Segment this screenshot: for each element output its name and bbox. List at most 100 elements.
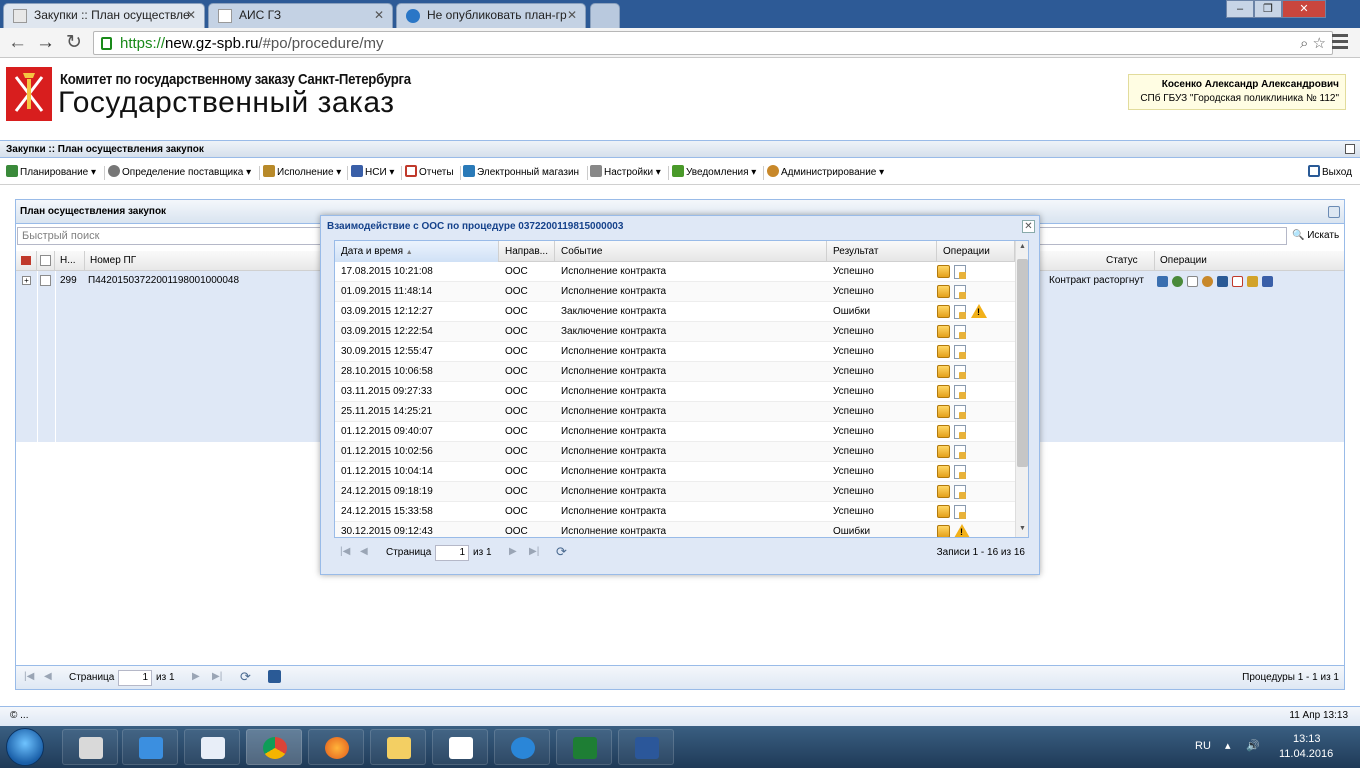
column-date-time[interactable]: Дата и время ▲ bbox=[335, 241, 499, 262]
emblem-icon[interactable] bbox=[1202, 276, 1213, 287]
prev-page-icon[interactable]: ◀ bbox=[360, 546, 368, 557]
first-page-icon[interactable]: |◀ bbox=[340, 546, 350, 557]
column-status[interactable]: Статус bbox=[1101, 251, 1155, 271]
document-icon[interactable] bbox=[954, 365, 966, 379]
taskbar-app-shield[interactable] bbox=[122, 729, 178, 765]
package-icon[interactable] bbox=[937, 505, 950, 518]
scroll-down-icon[interactable]: ▼ bbox=[1019, 525, 1026, 532]
taskbar-app-firefox[interactable] bbox=[308, 729, 364, 765]
package-icon[interactable] bbox=[937, 485, 950, 498]
filter-icon[interactable] bbox=[16, 251, 37, 271]
taskbar-app-chrome[interactable] bbox=[246, 729, 302, 765]
close-tab-icon[interactable]: ✕ bbox=[186, 4, 196, 27]
document-icon[interactable] bbox=[1187, 276, 1198, 287]
document-icon[interactable] bbox=[954, 265, 966, 279]
taskbar-app-remote[interactable] bbox=[184, 729, 240, 765]
clock-date[interactable]: 11.04.2016 bbox=[1279, 748, 1333, 760]
prev-page-icon[interactable]: ◀ bbox=[44, 671, 52, 682]
table-row[interactable]: 25.11.2015 14:25:21 ООС Исполнение контрак… bbox=[335, 402, 1015, 422]
page-number-input[interactable]: 1 bbox=[435, 545, 469, 561]
minimize-window-icon[interactable]: – bbox=[1226, 0, 1254, 18]
browser-tab-active[interactable]: Закупки :: План осуществле ✕ bbox=[3, 3, 205, 28]
package-icon[interactable] bbox=[937, 345, 950, 358]
next-page-icon[interactable]: ▶ bbox=[192, 671, 200, 682]
menu-nsi[interactable]: НСИ ▾ bbox=[351, 165, 394, 181]
clock-time[interactable]: 13:13 bbox=[1293, 733, 1321, 745]
table-row[interactable]: 28.10.2015 10:06:58 ООС Исполнение контрак… bbox=[335, 362, 1015, 382]
menu-planning[interactable]: Планирование ▾ bbox=[6, 165, 96, 181]
maximize-window-icon[interactable]: ❐ bbox=[1254, 0, 1282, 18]
reload-icon[interactable]: ↻ bbox=[66, 32, 82, 54]
column-direction[interactable]: Направ... bbox=[499, 241, 555, 262]
volume-icon[interactable]: 🔊 bbox=[1246, 739, 1260, 752]
book-icon[interactable] bbox=[1217, 276, 1228, 287]
package-icon[interactable] bbox=[937, 425, 950, 438]
collapse-icon[interactable] bbox=[1345, 144, 1355, 154]
scrollbar-thumb[interactable] bbox=[1017, 259, 1028, 467]
panel-refresh-icon[interactable] bbox=[1328, 206, 1340, 218]
warning-icon[interactable] bbox=[971, 304, 987, 318]
taskbar-app-word[interactable] bbox=[618, 729, 674, 765]
document-icon[interactable] bbox=[954, 465, 966, 479]
table-row[interactable]: 30.12.2015 09:12:43 ООС Исполнение контрак… bbox=[335, 522, 1015, 537]
column-result[interactable]: Результат bbox=[827, 241, 937, 262]
menu-execution[interactable]: Исполнение ▾ bbox=[263, 165, 341, 181]
menu-settings[interactable]: Настройки ▾ bbox=[590, 165, 661, 181]
package-icon[interactable] bbox=[937, 305, 950, 318]
table-row[interactable]: 01.09.2015 11:48:14 ООС Исполнение контрак… bbox=[335, 282, 1015, 302]
table-row[interactable]: 03.09.2015 12:12:27 ООС Заключение контрак… bbox=[335, 302, 1015, 322]
package-icon[interactable] bbox=[937, 405, 950, 418]
save-icon[interactable] bbox=[268, 670, 281, 683]
menu-eshop[interactable]: Электронный магазин bbox=[463, 165, 579, 181]
new-tab-button[interactable] bbox=[590, 3, 620, 28]
package-icon[interactable] bbox=[937, 325, 950, 338]
table-row[interactable]: 01.12.2015 09:40:07 ООС Исполнение контрак… bbox=[335, 422, 1015, 442]
scroll-up-icon[interactable]: ▲ bbox=[1019, 243, 1026, 250]
last-page-icon[interactable]: ▶| bbox=[529, 546, 539, 557]
document-icon[interactable] bbox=[954, 325, 966, 339]
exit-button[interactable]: Выход bbox=[1308, 165, 1352, 181]
document-icon[interactable] bbox=[954, 505, 966, 519]
package-icon[interactable] bbox=[937, 445, 950, 458]
vertical-scrollbar[interactable]: ▲ ▼ bbox=[1015, 241, 1028, 537]
close-tab-icon[interactable]: ✕ bbox=[374, 4, 384, 27]
table-row[interactable]: 01.12.2015 10:04:14 ООС Исполнение контрак… bbox=[335, 462, 1015, 482]
menu-admin[interactable]: Администрирование ▾ bbox=[767, 165, 884, 181]
package-icon[interactable] bbox=[937, 525, 950, 537]
taskbar-app-printer[interactable] bbox=[62, 729, 118, 765]
gears-icon[interactable] bbox=[1172, 276, 1183, 287]
warning-icon[interactable] bbox=[954, 524, 970, 537]
table-row[interactable]: 24.12.2015 09:18:19 ООС Исполнение контрак… bbox=[335, 482, 1015, 502]
first-page-icon[interactable]: |◀ bbox=[24, 671, 34, 682]
back-arrow-icon[interactable]: ← bbox=[8, 32, 27, 54]
tray-arrow-icon[interactable]: ▴ bbox=[1225, 739, 1231, 752]
package-icon[interactable] bbox=[937, 465, 950, 478]
table-row[interactable]: 03.11.2015 09:27:33 ООС Исполнение контрак… bbox=[335, 382, 1015, 402]
document-icon[interactable] bbox=[954, 425, 966, 439]
address-bar[interactable]: https://new.gz-spb.ru/#po/procedure/my ⌕… bbox=[93, 31, 1333, 55]
package-icon[interactable] bbox=[937, 365, 950, 378]
document-icon[interactable] bbox=[954, 405, 966, 419]
refresh-icon[interactable]: ⟳ bbox=[556, 544, 567, 560]
document-icon[interactable] bbox=[954, 485, 966, 499]
package-icon[interactable] bbox=[937, 285, 950, 298]
taskbar-app-explorer[interactable] bbox=[370, 729, 426, 765]
browser-menu-icon[interactable] bbox=[1332, 34, 1348, 52]
table-row[interactable]: 30.09.2015 12:55:47 ООС Исполнение контрак… bbox=[335, 342, 1015, 362]
row-checkbox[interactable] bbox=[40, 275, 51, 286]
taskbar-app-ie[interactable] bbox=[494, 729, 550, 765]
next-page-icon[interactable]: ▶ bbox=[509, 546, 517, 557]
package-icon[interactable] bbox=[937, 265, 950, 278]
user-info[interactable]: Косенко Александр Александрович СПб ГБУЗ… bbox=[1128, 74, 1346, 110]
start-button[interactable] bbox=[6, 728, 44, 766]
menu-notifications[interactable]: Уведомления ▾ bbox=[672, 165, 756, 181]
column-event[interactable]: Событие bbox=[555, 241, 827, 262]
table-row[interactable]: 03.09.2015 12:22:54 ООС Заключение контрак… bbox=[335, 322, 1015, 342]
search-button[interactable]: 🔍 Искать bbox=[1292, 228, 1339, 244]
taskbar-app-excel[interactable] bbox=[556, 729, 612, 765]
document-icon[interactable] bbox=[954, 445, 966, 459]
last-page-icon[interactable]: ▶| bbox=[212, 671, 222, 682]
browser-tab-help[interactable]: Не опубликовать план-гр ✕ bbox=[396, 3, 586, 28]
close-tab-icon[interactable]: ✕ bbox=[567, 4, 577, 27]
taskbar-app-emblem[interactable] bbox=[432, 729, 488, 765]
